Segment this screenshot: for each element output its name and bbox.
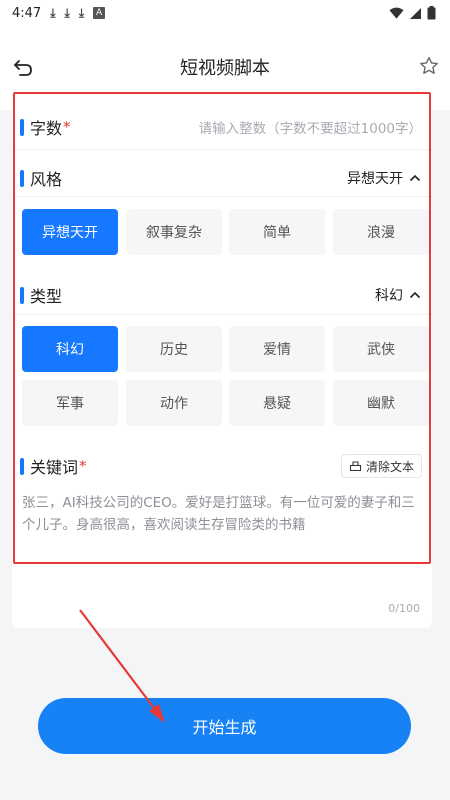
script-form: 字数 * 请输入整数（字数不要超过1000字） 风格 异想天开 异想天开 叙事复… bbox=[12, 92, 432, 628]
type-option[interactable]: 悬疑 bbox=[229, 380, 325, 426]
star-icon[interactable] bbox=[418, 55, 440, 77]
divider bbox=[12, 314, 432, 315]
type-option[interactable]: 军事 bbox=[22, 380, 118, 426]
keywords-textarea[interactable]: 张三，AI科技公司的CEO。爱好是打篮球。有一位可爱的妻子和三个儿子。身高很高，… bbox=[22, 492, 422, 536]
style-selector[interactable]: 异想天开 bbox=[347, 168, 422, 188]
section-marker bbox=[20, 169, 24, 187]
style-option[interactable]: 叙事复杂 bbox=[126, 209, 222, 255]
type-selector[interactable]: 科幻 bbox=[375, 285, 422, 305]
divider bbox=[12, 149, 432, 150]
status-time: 4:47 bbox=[12, 5, 42, 21]
section-marker bbox=[20, 118, 24, 136]
required-mark: * bbox=[79, 457, 87, 475]
type-option[interactable]: 武侠 bbox=[333, 326, 429, 372]
style-row[interactable]: 风格 异想天开 bbox=[12, 162, 432, 194]
download-icon: ⤓ bbox=[78, 5, 85, 20]
type-option[interactable]: 科幻 bbox=[22, 326, 118, 372]
style-option[interactable]: 异想天开 bbox=[22, 209, 118, 255]
signal-icon bbox=[410, 7, 421, 19]
type-option[interactable]: 爱情 bbox=[229, 326, 325, 372]
start-generate-button[interactable]: 开始生成 bbox=[38, 698, 411, 754]
character-counter: 0/100 bbox=[388, 602, 420, 615]
download-icon: ⤓ bbox=[64, 5, 70, 20]
page-title: 短视频脚本 bbox=[180, 58, 270, 79]
divider bbox=[12, 196, 432, 197]
eraser-icon bbox=[349, 461, 362, 472]
type-selected-value: 科幻 bbox=[375, 288, 403, 304]
type-option[interactable]: 历史 bbox=[126, 326, 222, 372]
clear-text-button[interactable]: 清除文本 bbox=[340, 454, 422, 478]
word-count-label: 字数 bbox=[30, 119, 63, 138]
style-label: 风格 bbox=[30, 170, 63, 189]
chevron-up-icon bbox=[409, 174, 421, 182]
keywords-row: 关键词 * 清除文本 bbox=[12, 450, 432, 482]
type-option[interactable]: 动作 bbox=[126, 380, 222, 426]
section-marker bbox=[20, 457, 24, 475]
download-icon: ⤓ bbox=[50, 5, 56, 20]
word-count-row[interactable]: 字数 * 请输入整数（字数不要超过1000字） bbox=[12, 111, 432, 143]
type-row[interactable]: 类型 科幻 bbox=[12, 279, 432, 311]
section-marker bbox=[20, 286, 24, 304]
chevron-up-icon bbox=[409, 291, 421, 299]
style-option[interactable]: 浪漫 bbox=[333, 209, 429, 255]
battery-icon bbox=[427, 6, 436, 20]
clear-text-label: 清除文本 bbox=[365, 459, 414, 474]
wifi-icon bbox=[389, 7, 404, 19]
type-option[interactable]: 幽默 bbox=[333, 380, 429, 426]
status-bar: 4:47 ⤓ ⤓ ⤓ A bbox=[0, 0, 450, 26]
word-count-input[interactable]: 请输入整数（字数不要超过1000字） bbox=[199, 117, 422, 137]
text-app-icon: A bbox=[93, 7, 106, 19]
type-label: 类型 bbox=[30, 287, 63, 306]
required-mark: * bbox=[63, 118, 71, 136]
style-option[interactable]: 简单 bbox=[229, 209, 325, 255]
style-selected-value: 异想天开 bbox=[347, 171, 403, 187]
keywords-label: 关键词 bbox=[30, 458, 79, 477]
